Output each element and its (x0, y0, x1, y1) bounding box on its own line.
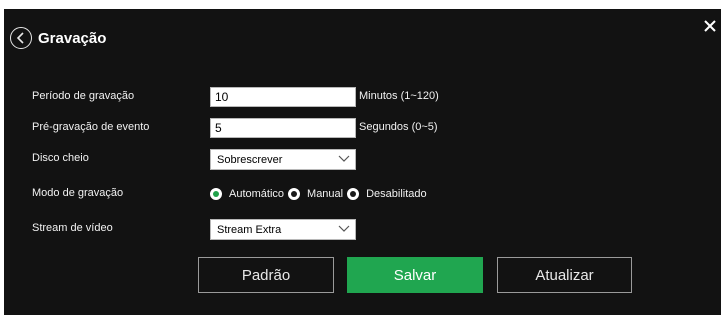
disk-full-label: Disco cheio (32, 152, 89, 164)
recording-period-label: Período de gravação (32, 90, 135, 102)
radio-selected-icon[interactable] (210, 188, 222, 200)
pre-recording-unit: Segundos (0~5) (359, 121, 438, 133)
recording-period-unit: Minutos (1~120) (359, 90, 439, 102)
radio-label-automatic: Automático (229, 188, 285, 200)
recording-period-input[interactable] (210, 87, 356, 107)
chevron-down-icon (338, 225, 350, 233)
video-stream-selected-value: Stream Extra (217, 224, 282, 236)
recording-mode-option-manual[interactable]: Manual (288, 188, 343, 200)
radio-label-manual: Manual (307, 188, 344, 200)
recording-mode-option-automatic[interactable]: Automático (210, 188, 284, 200)
radio-unselected-icon[interactable] (288, 188, 301, 200)
recording-period-row: Período de gravação Minutos (1~120) (4, 86, 721, 110)
disk-full-row: Disco cheio Sobrescrever (4, 148, 721, 172)
save-button[interactable]: Salvar (347, 257, 483, 293)
back-icon[interactable] (10, 27, 32, 49)
pre-recording-row: Pré-gravação de evento Segundos (0~5) (4, 117, 721, 141)
video-stream-row: Stream de vídeo Stream Extra (4, 218, 721, 242)
recording-mode-option-disabled[interactable]: Desabilitado (347, 188, 427, 200)
recording-mode-row: Modo de gravação Automático Manual Desab… (4, 183, 721, 207)
recording-mode-radio-group: Automático Manual Desabilitado (210, 184, 431, 204)
close-icon[interactable] (703, 19, 717, 33)
pre-recording-input[interactable] (210, 118, 356, 138)
disk-full-select[interactable]: Sobrescrever (210, 149, 356, 170)
radio-unselected-icon[interactable] (347, 188, 360, 200)
video-stream-select[interactable]: Stream Extra (210, 219, 356, 240)
recording-mode-label: Modo de gravação (32, 187, 124, 199)
default-button[interactable]: Padrão (198, 257, 334, 293)
chevron-down-icon (338, 155, 350, 163)
pre-recording-label: Pré-gravação de evento (32, 121, 150, 133)
refresh-button[interactable]: Atualizar (497, 257, 632, 293)
panel-header: Gravação (10, 25, 106, 51)
disk-full-selected-value: Sobrescrever (217, 154, 283, 166)
radio-label-disabled: Desabilitado (366, 188, 427, 200)
recording-settings-panel: Gravação Período de gravação Minutos (1~… (4, 9, 721, 315)
page-title: Gravação (38, 29, 107, 47)
video-stream-label: Stream de vídeo (32, 222, 113, 234)
